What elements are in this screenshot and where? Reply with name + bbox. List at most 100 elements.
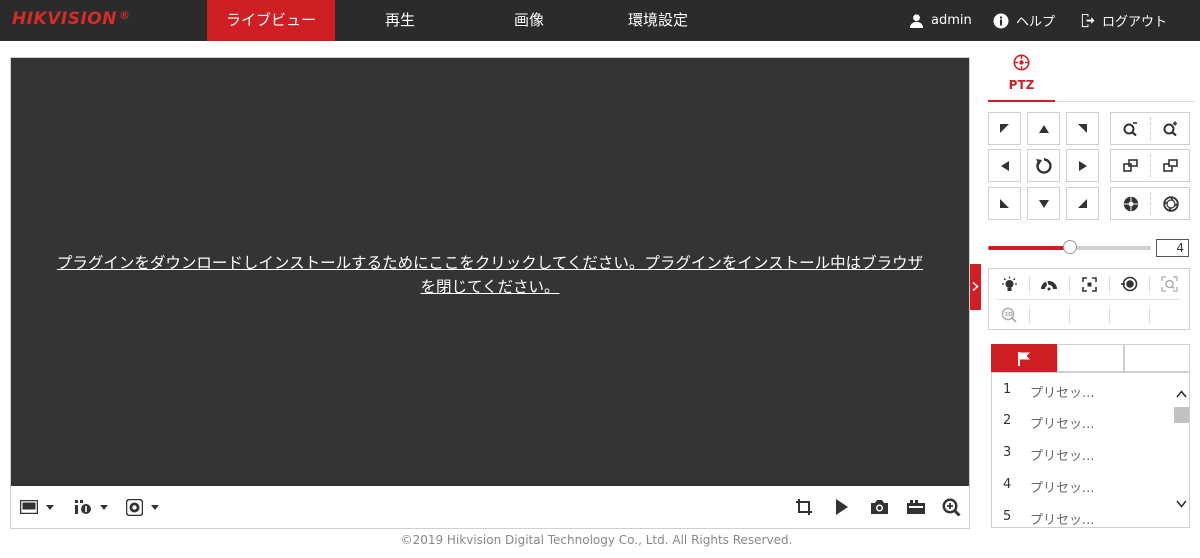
flag-icon <box>1018 351 1030 366</box>
tilt-up-button[interactable] <box>1027 112 1060 145</box>
zoom-in-icon <box>942 497 961 517</box>
arrow-right-icon <box>1078 160 1087 171</box>
film-icon <box>907 500 925 514</box>
focus-near-button[interactable] <box>1111 150 1150 181</box>
video-toolbar <box>11 486 969 528</box>
chevron-down-icon <box>151 504 159 510</box>
lens-initialization-button[interactable] <box>1109 269 1149 299</box>
stream-type-icon <box>75 500 91 514</box>
arrow-up-right-icon <box>1078 124 1087 133</box>
rotate-icon <box>1035 157 1052 174</box>
digital-zoom-crop-button[interactable] <box>795 496 813 518</box>
pan-down-right-button[interactable] <box>1066 187 1099 220</box>
tracking-icon <box>1160 276 1178 292</box>
video-window[interactable]: プラグインをダウンロードしインストールするためにここをクリックしてください。プラ… <box>11 58 969 486</box>
plugin-type-button[interactable] <box>126 496 159 518</box>
tab-underline <box>1055 101 1195 102</box>
arrow-up-left-icon <box>1000 124 1009 133</box>
tab-pattern[interactable] <box>1124 344 1190 372</box>
pan-down-left-button[interactable] <box>988 187 1021 220</box>
preset-number: 4 <box>1003 477 1012 492</box>
digital-zoom-button[interactable] <box>942 496 961 518</box>
window-layout-icon <box>20 500 38 514</box>
divider <box>1029 307 1030 324</box>
zoom-control <box>1110 112 1190 145</box>
preset-number: 1 <box>1003 382 1012 397</box>
tab-preset[interactable] <box>991 344 1057 372</box>
scrollbar-thumb[interactable] <box>1174 407 1189 423</box>
logout-link[interactable]: ログアウト <box>1080 0 1167 41</box>
iris-open-button[interactable] <box>1151 188 1190 219</box>
focus-far-icon <box>1163 159 1178 172</box>
capture-button[interactable] <box>870 496 889 518</box>
ptz-direction-pad <box>988 112 1099 220</box>
list-item[interactable]: 4 プリセッ... <box>992 468 1172 499</box>
plugin-download-link[interactable]: プラグインをダウンロードしインストールするためにここをクリックしてください。プラ… <box>11 251 969 299</box>
logout-label: ログアウト <box>1102 15 1168 30</box>
chevron-down-icon <box>46 504 54 510</box>
ptz-speed-value: 4 <box>1156 239 1189 257</box>
pan-up-right-button[interactable] <box>1066 112 1099 145</box>
light-bulb-icon <box>1001 276 1017 291</box>
stream-type-button[interactable] <box>74 496 108 518</box>
list-item[interactable]: 5 プリセッ... <box>992 500 1172 528</box>
focus-control <box>1110 149 1190 182</box>
iris-control <box>1110 187 1190 220</box>
preset-list: 1 プリセッ... 2 プリセッ... 3 プリセッ... 4 プリセッ... … <box>991 372 1190 528</box>
ptz-tab-label: PTZ <box>1008 78 1035 92</box>
speed-slider-handle[interactable] <box>1062 240 1077 254</box>
zoom-out-icon <box>1123 122 1137 136</box>
list-item[interactable]: 3 プリセッ... <box>992 436 1172 467</box>
tab-ptz[interactable]: PTZ <box>988 50 1055 102</box>
user-menu[interactable]: admin <box>909 0 972 41</box>
tab-live-view[interactable]: ライブビュー <box>207 0 335 41</box>
3d-zoom-icon: 3D <box>1001 307 1017 323</box>
list-item[interactable]: 1 プリセッ... <box>992 373 1172 404</box>
manual-tracking-button[interactable] <box>1149 269 1189 299</box>
pan-right-button[interactable] <box>1066 149 1099 182</box>
arrow-down-icon <box>1038 199 1049 208</box>
pan-left-button[interactable] <box>988 149 1021 182</box>
pan-up-left-button[interactable] <box>988 112 1021 145</box>
lens-init-icon <box>1121 276 1138 292</box>
preset-scrollbar[interactable] <box>1173 373 1189 527</box>
logout-icon <box>1081 13 1095 28</box>
preset-number: 5 <box>1003 509 1012 524</box>
preset-name: プリセッ... <box>1030 513 1095 528</box>
divider <box>1109 307 1110 324</box>
hikvision-logo: HIKVISION ® <box>12 9 131 29</box>
preset-name: プリセッ... <box>1030 481 1095 496</box>
panel-collapse-tab[interactable] <box>970 264 981 310</box>
iris-close-button[interactable] <box>1111 188 1150 219</box>
user-icon <box>909 14 924 28</box>
tab-picture[interactable]: 画像 <box>465 0 593 41</box>
start-live-view-button[interactable] <box>835 496 849 518</box>
arrow-up-icon <box>1038 124 1049 133</box>
window-layout-button[interactable] <box>20 496 54 518</box>
tab-patrol[interactable] <box>1057 344 1124 372</box>
auxiliary-focus-button[interactable] <box>1069 269 1109 299</box>
divider <box>1069 307 1070 324</box>
iris-close-icon <box>1123 196 1138 211</box>
play-icon <box>836 499 848 515</box>
chevron-right-icon <box>972 282 979 291</box>
ptz-speed-slider[interactable] <box>988 240 1151 254</box>
tilt-down-button[interactable] <box>1027 187 1060 220</box>
record-button[interactable] <box>906 496 926 518</box>
zoom-out-button[interactable] <box>1111 113 1150 144</box>
help-label: ヘルプ <box>1016 15 1056 30</box>
iris-open-icon <box>1162 195 1179 212</box>
crop-icon <box>796 499 812 515</box>
chevron-down-icon <box>1176 500 1187 508</box>
tab-configuration[interactable]: 環境設定 <box>593 0 723 41</box>
focus-far-button[interactable] <box>1151 150 1190 181</box>
list-item[interactable]: 2 プリセッ... <box>992 404 1172 435</box>
light-button[interactable] <box>989 269 1029 299</box>
wiper-button[interactable] <box>1029 269 1069 299</box>
tab-playback[interactable]: 再生 <box>335 0 465 41</box>
3d-zoom-button[interactable]: 3D <box>989 300 1029 330</box>
zoom-in-button[interactable] <box>1151 113 1190 144</box>
auto-pan-button[interactable] <box>1027 149 1060 182</box>
help-link[interactable]: ヘルプ <box>993 0 1055 41</box>
camera-icon <box>871 500 888 514</box>
